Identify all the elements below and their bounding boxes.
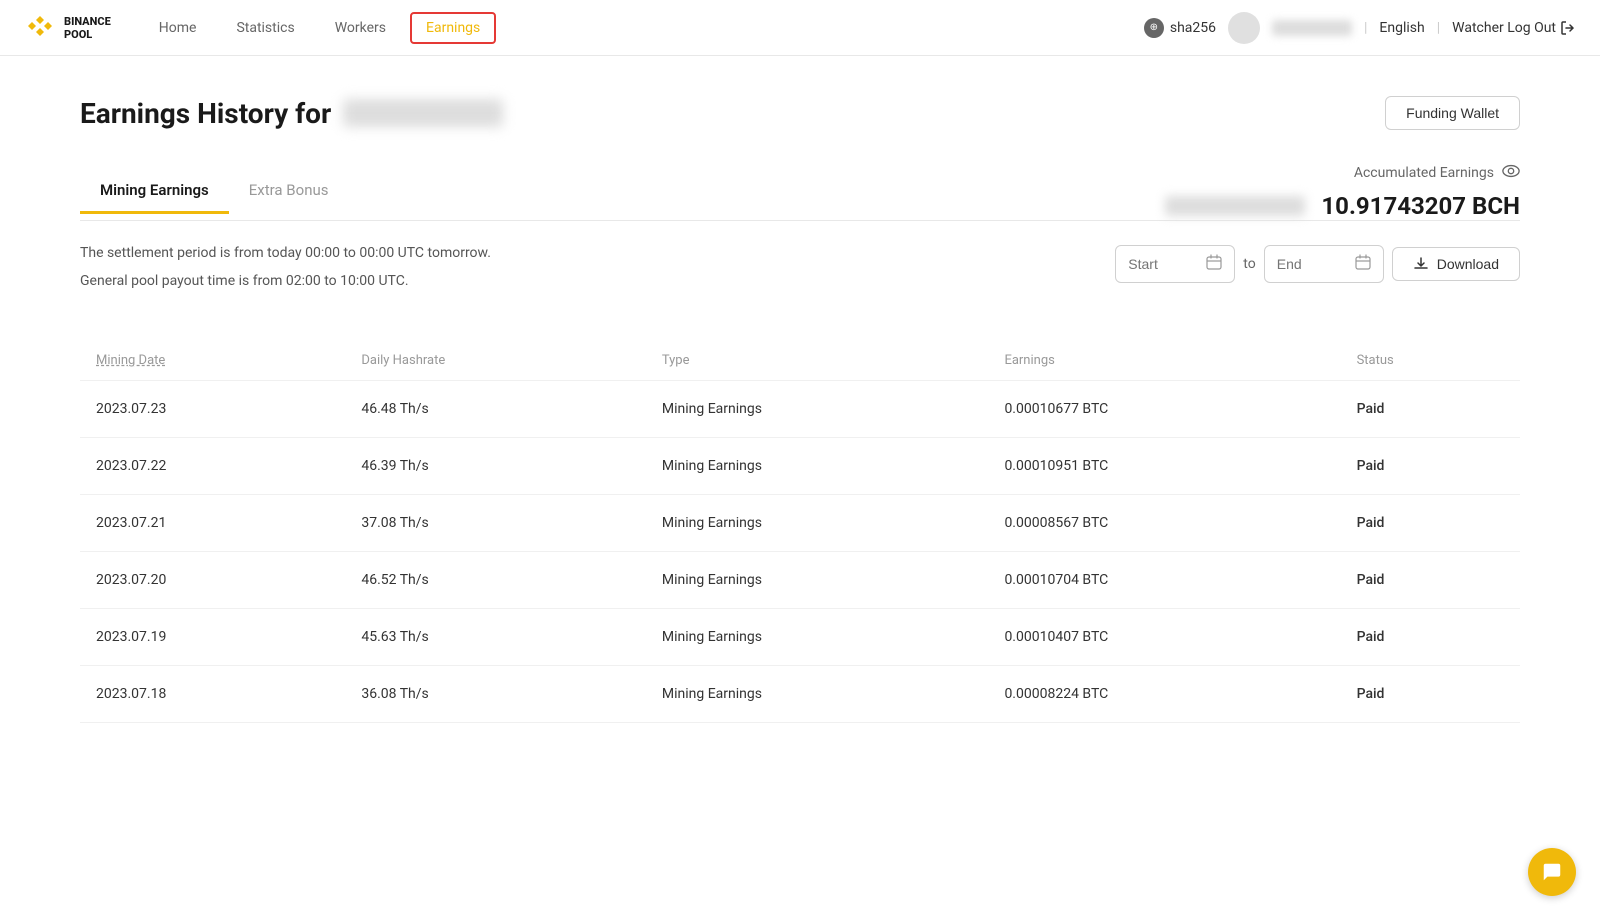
settlement-info: The settlement period is from today 00:0… — [80, 245, 491, 261]
nav-statistics[interactable]: Statistics — [220, 12, 310, 44]
tabs-row: Mining Earnings Extra Bonus Accumulated … — [80, 162, 1520, 221]
accumulated-earnings-blurred — [1165, 196, 1305, 216]
table-row: 2023.07.23 46.48 Th/s Mining Earnings 0.… — [80, 381, 1520, 438]
cell-type: Mining Earnings — [646, 609, 989, 666]
cell-date: 2023.07.22 — [80, 438, 345, 495]
language-selector[interactable]: English — [1379, 20, 1424, 36]
start-date-input[interactable] — [1115, 245, 1235, 283]
cell-hashrate: 36.08 Th/s — [345, 666, 646, 723]
cell-hashrate: 46.39 Th/s — [345, 438, 646, 495]
cell-date: 2023.07.23 — [80, 381, 345, 438]
main-nav: Home Statistics Workers Earnings — [143, 12, 1144, 44]
cell-status: Paid — [1341, 495, 1520, 552]
cell-status: Paid — [1341, 666, 1520, 723]
header-right: ⊕ sha256 | English | Watcher Log Out — [1144, 12, 1576, 44]
cell-status: Paid — [1341, 438, 1520, 495]
username-blurred — [1272, 20, 1352, 36]
end-calendar-icon — [1355, 254, 1371, 274]
start-calendar-icon — [1206, 254, 1222, 274]
table-row: 2023.07.18 36.08 Th/s Mining Earnings 0.… — [80, 666, 1520, 723]
hash-algorithm: ⊕ sha256 — [1144, 18, 1216, 38]
download-icon — [1413, 256, 1429, 272]
download-button[interactable]: Download — [1392, 247, 1520, 281]
cell-status: Paid — [1341, 609, 1520, 666]
funding-wallet-button[interactable]: Funding Wallet — [1385, 96, 1520, 130]
payout-info: General pool payout time is from 02:00 t… — [80, 273, 491, 289]
end-date-input[interactable] — [1264, 245, 1384, 283]
watcher-logout-button[interactable]: Watcher Log Out — [1452, 20, 1576, 36]
col-daily-hashrate: Daily Hashrate — [345, 341, 646, 381]
col-mining-date: Mining Date — [80, 341, 345, 381]
chat-fab-button[interactable] — [1528, 848, 1576, 896]
cell-type: Mining Earnings — [646, 666, 989, 723]
lang-divider-2: | — [1437, 20, 1440, 36]
page-title-row: Earnings History for Funding Wallet — [80, 96, 1520, 130]
table-row: 2023.07.22 46.39 Th/s Mining Earnings 0.… — [80, 438, 1520, 495]
col-type: Type — [646, 341, 989, 381]
info-section: The settlement period is from today 00:0… — [80, 245, 491, 301]
binance-pool-logo[interactable]: BINANCE POOL — [24, 12, 111, 44]
cell-type: Mining Earnings — [646, 381, 989, 438]
table-row: 2023.07.21 37.08 Th/s Mining Earnings 0.… — [80, 495, 1520, 552]
toggle-visibility-icon[interactable] — [1502, 162, 1520, 184]
logo-text: BINANCE POOL — [64, 15, 111, 41]
cell-earnings: 0.00008224 BTC — [988, 666, 1340, 723]
binance-logo-icon — [24, 12, 56, 44]
cell-type: Mining Earnings — [646, 438, 989, 495]
cell-status: Paid — [1341, 381, 1520, 438]
nav-home[interactable]: Home — [143, 12, 213, 44]
username-title-blurred — [343, 99, 503, 127]
nav-workers[interactable]: Workers — [319, 12, 402, 44]
page-title: Earnings History for — [80, 97, 503, 130]
earnings-tabs: Mining Earnings Extra Bonus — [80, 169, 349, 213]
col-status: Status — [1341, 341, 1520, 381]
cell-type: Mining Earnings — [646, 552, 989, 609]
accumulated-earnings-amount: 10.91743207 BCH — [1321, 192, 1520, 220]
cell-earnings: 0.00010704 BTC — [988, 552, 1340, 609]
col-earnings: Earnings — [988, 341, 1340, 381]
cell-status: Paid — [1341, 552, 1520, 609]
hash-icon: ⊕ — [1144, 18, 1164, 38]
tab-extra-bonus[interactable]: Extra Bonus — [229, 169, 349, 214]
cell-date: 2023.07.20 — [80, 552, 345, 609]
earnings-table: Mining Date Daily Hashrate Type Earnings… — [80, 341, 1520, 723]
date-range-separator: to — [1243, 256, 1255, 272]
cell-type: Mining Earnings — [646, 495, 989, 552]
cell-earnings: 0.00010677 BTC — [988, 381, 1340, 438]
cell-date: 2023.07.18 — [80, 666, 345, 723]
nav-earnings[interactable]: Earnings — [410, 12, 496, 44]
cell-earnings: 0.00010407 BTC — [988, 609, 1340, 666]
cell-earnings: 0.00008567 BTC — [988, 495, 1340, 552]
cell-hashrate: 46.48 Th/s — [345, 381, 646, 438]
main-content: Earnings History for Funding Wallet Mini… — [0, 56, 1600, 763]
tab-mining-earnings[interactable]: Mining Earnings — [80, 169, 229, 214]
user-avatar — [1228, 12, 1260, 44]
date-filter: to Download — [1115, 245, 1520, 283]
table-row: 2023.07.20 46.52 Th/s Mining Earnings 0.… — [80, 552, 1520, 609]
cell-date: 2023.07.21 — [80, 495, 345, 552]
lang-divider: | — [1364, 20, 1367, 36]
accumulated-earnings-section: Accumulated Earnings 10.91743207 BCH — [1165, 162, 1520, 220]
logout-icon — [1560, 20, 1576, 36]
end-date-field[interactable] — [1277, 256, 1347, 272]
cell-hashrate: 45.63 Th/s — [345, 609, 646, 666]
start-date-field[interactable] — [1128, 256, 1198, 272]
chat-icon — [1541, 861, 1563, 883]
cell-hashrate: 46.52 Th/s — [345, 552, 646, 609]
cell-date: 2023.07.19 — [80, 609, 345, 666]
table-row: 2023.07.19 45.63 Th/s Mining Earnings 0.… — [80, 609, 1520, 666]
cell-hashrate: 37.08 Th/s — [345, 495, 646, 552]
cell-earnings: 0.00010951 BTC — [988, 438, 1340, 495]
